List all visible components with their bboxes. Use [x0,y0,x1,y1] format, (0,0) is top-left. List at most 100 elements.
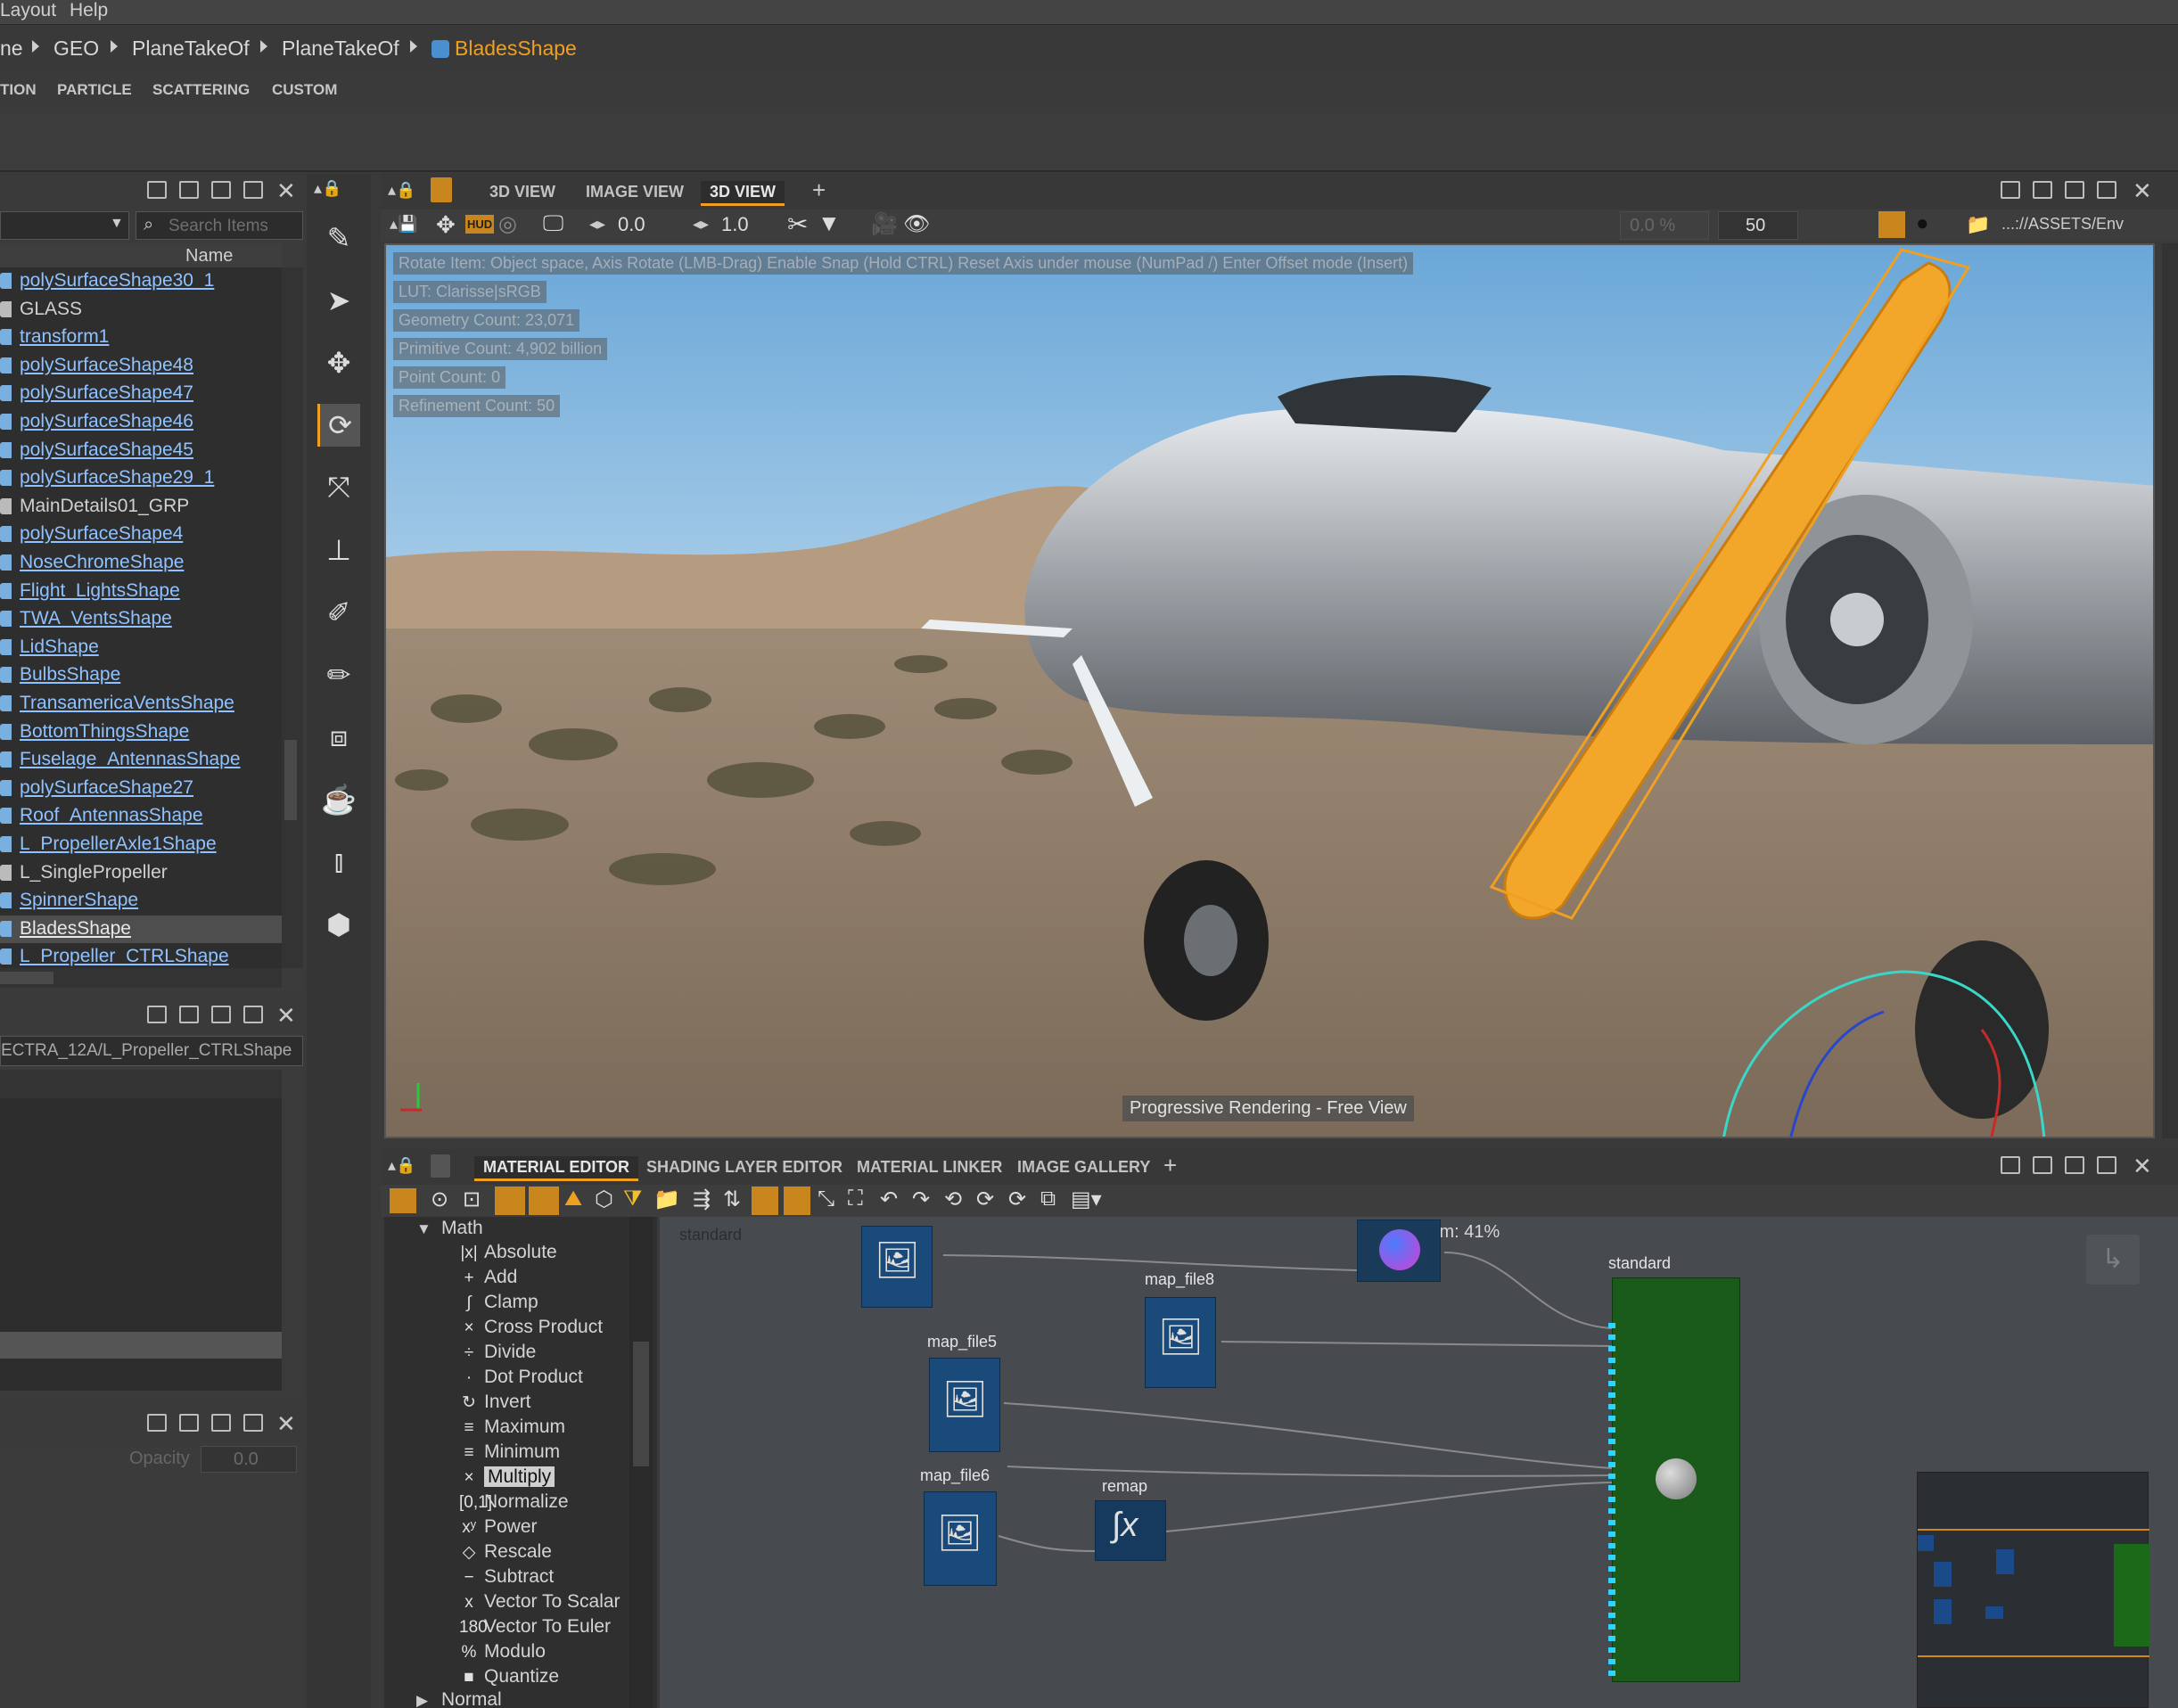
align-icon[interactable]: ⇶ [693,1187,711,1212]
filter-dropdown[interactable]: ▼ [0,211,129,240]
node-list-item[interactable]: xʸ Power [459,1516,537,1541]
shelf-tab[interactable]: SCATTERING [152,81,250,99]
snap-icon[interactable]: ✂ [787,209,808,239]
node-list-item[interactable]: |x| Absolute [459,1242,556,1267]
back-arrow-icon[interactable]: ↳ [2086,1235,2140,1285]
outliner-item[interactable]: polySurfaceShape27 [0,775,282,802]
close-icon[interactable]: ✕ [276,177,296,205]
measure-icon[interactable]: ⫾ [317,841,360,883]
display-icon[interactable]: 🖵 [543,211,563,236]
outliner-item[interactable]: Roof_AntennasShape [0,802,282,830]
outliner-item[interactable]: L_PropellerAxle1Shape [0,831,282,858]
tab-material-editor[interactable]: MATERIAL EDITOR [474,1156,639,1181]
menu-icon[interactable]: ▤▾ [1071,1187,1102,1212]
move-node-icon[interactable] [784,1187,810,1215]
node-list-item[interactable]: 180Vector To Euler [459,1616,611,1641]
grid-layout-icon[interactable] [147,1006,167,1023]
menu-help[interactable]: Help [70,0,108,21]
split-h-icon[interactable] [179,1414,199,1432]
search-field[interactable]: ⌕ Search Items [136,211,303,240]
hexagon-icon[interactable]: ⬢ [317,903,360,946]
maximize-icon[interactable] [243,1006,263,1023]
node-list-item[interactable]: × Multiply [459,1466,555,1491]
map-file-node[interactable]: 🖼 [861,1226,933,1308]
slider-icon[interactable]: ◂▸ [693,215,709,234]
distribute-icon[interactable]: ⇅ [723,1187,741,1212]
grid-layout-icon[interactable] [147,181,167,199]
pin-icon[interactable] [431,177,452,202]
move-icon[interactable]: ✥ [436,211,456,239]
sphere-preview-icon[interactable] [495,1187,525,1215]
breadcrumb-item[interactable]: PlaneTakeOf [132,37,250,61]
value-field-2[interactable]: 1.0 [721,213,749,236]
teapot-icon[interactable]: ☕ [317,778,360,821]
graph-minimap[interactable] [1917,1472,2149,1708]
menu-layout[interactable]: Layout [0,0,56,21]
category-math[interactable]: Math [441,1218,483,1239]
tab-image-view[interactable]: IMAGE VIEW [577,181,693,203]
node-list-item[interactable]: · Dot Product [459,1367,583,1392]
outliner-item[interactable]: SpinnerShape [0,887,282,915]
column-header[interactable]: Name [0,243,282,268]
collapse-icon[interactable]: ⤡ [818,1187,834,1211]
outliner-item[interactable]: BladesShape [0,915,282,943]
close-icon[interactable]: ✕ [2133,1153,2152,1180]
samples-field[interactable]: 50 [1718,211,1798,240]
outliner-item[interactable]: L_SinglePropeller [0,859,282,887]
tab-shading-layer-editor[interactable]: SHADING LAYER EDITOR [637,1156,851,1178]
map-file8-node[interactable]: 🖼 [1145,1297,1216,1388]
outliner-item[interactable]: NoseChromeShape [0,549,282,577]
close-icon[interactable]: ✕ [2133,177,2152,205]
node-list-item[interactable]: ◇ Rescale [459,1541,552,1566]
standard-material-node[interactable] [1608,1277,1740,1682]
shelf-tab[interactable]: CUSTOM [272,81,337,99]
outliner-scrollbar[interactable] [282,267,303,968]
scale-icon[interactable]: ⤧ [317,466,360,509]
percent-field[interactable]: 0.0 % [1620,211,1709,240]
stamp-icon[interactable]: ⊥ [317,529,360,571]
outliner-item[interactable]: TransamericaVentsShape [0,690,282,718]
outliner-item[interactable]: polySurfaceShape47 [0,380,282,407]
add-tab-icon[interactable]: + [812,177,826,204]
split-h-icon[interactable] [179,181,199,199]
shading-icon[interactable]: ◎ [498,211,517,237]
node-graph[interactable]: standard Zoom: 41% 🖼 map_file8 🖼 map_fil… [660,1217,2178,1708]
attribute-path-field[interactable]: ECTRA_12A/L_Propeller_CTRLShape [0,1036,303,1066]
hud-toggle[interactable]: HUD [465,215,495,234]
node-list-item[interactable]: ≡ Maximum [459,1416,565,1441]
node-list-item[interactable]: + Add [459,1267,517,1292]
opacity-field[interactable]: 0.0 [201,1446,297,1473]
outliner-item[interactable]: BottomThingsShape [0,719,282,746]
texture-preview-icon[interactable] [529,1187,559,1215]
node-list-item[interactable]: ∫ Clamp [459,1292,538,1317]
outliner-item[interactable]: TWA_VentsShape [0,605,282,633]
node-list-item[interactable]: ↻ Invert [459,1392,531,1416]
breadcrumb-item[interactable]: PlaneTakeOf [282,37,399,61]
frame-selected-icon[interactable]: ⊡ [463,1187,481,1212]
split-h-icon[interactable] [179,1006,199,1023]
outliner-hscrollbar[interactable] [0,968,282,988]
value-field-1[interactable]: 0.0 [618,213,645,236]
move-icon[interactable]: ✥ [317,341,360,384]
back-icon[interactable]: ⟲ [944,1187,962,1212]
slider-icon[interactable]: ◂▸ [589,215,605,234]
refresh-icon[interactable]: ⟳ [1008,1187,1026,1212]
collapse-icon[interactable]: ▶ [416,1692,428,1708]
split-v-icon[interactable] [211,1006,231,1023]
camera-icon[interactable]: 🎥 [871,211,898,237]
environment-path[interactable]: ...://ASSETS/Env [2001,215,2124,234]
outliner-item[interactable]: polySurfaceShape30_1 [0,267,282,295]
breadcrumb-item-geo[interactable]: GEO [53,37,99,61]
undo-icon[interactable]: ↶ [880,1187,898,1212]
grid-layout-icon[interactable] [147,1414,167,1432]
shelf-tab[interactable]: TION [0,81,37,99]
frame-icon[interactable]: ⧈ [317,716,360,759]
layout-icon[interactable] [390,1188,416,1213]
map-file5-node[interactable]: 🖼 [929,1358,1000,1452]
split-h-icon[interactable] [2033,181,2052,199]
node-list-item[interactable]: ÷ Divide [459,1342,537,1367]
filter-icon[interactable]: ▼ [818,209,841,237]
outliner-item[interactable]: GLASS [0,296,282,324]
category-normal[interactable]: Normal [441,1689,502,1708]
tab-image-gallery[interactable]: IMAGE GALLERY [1008,1156,1159,1178]
